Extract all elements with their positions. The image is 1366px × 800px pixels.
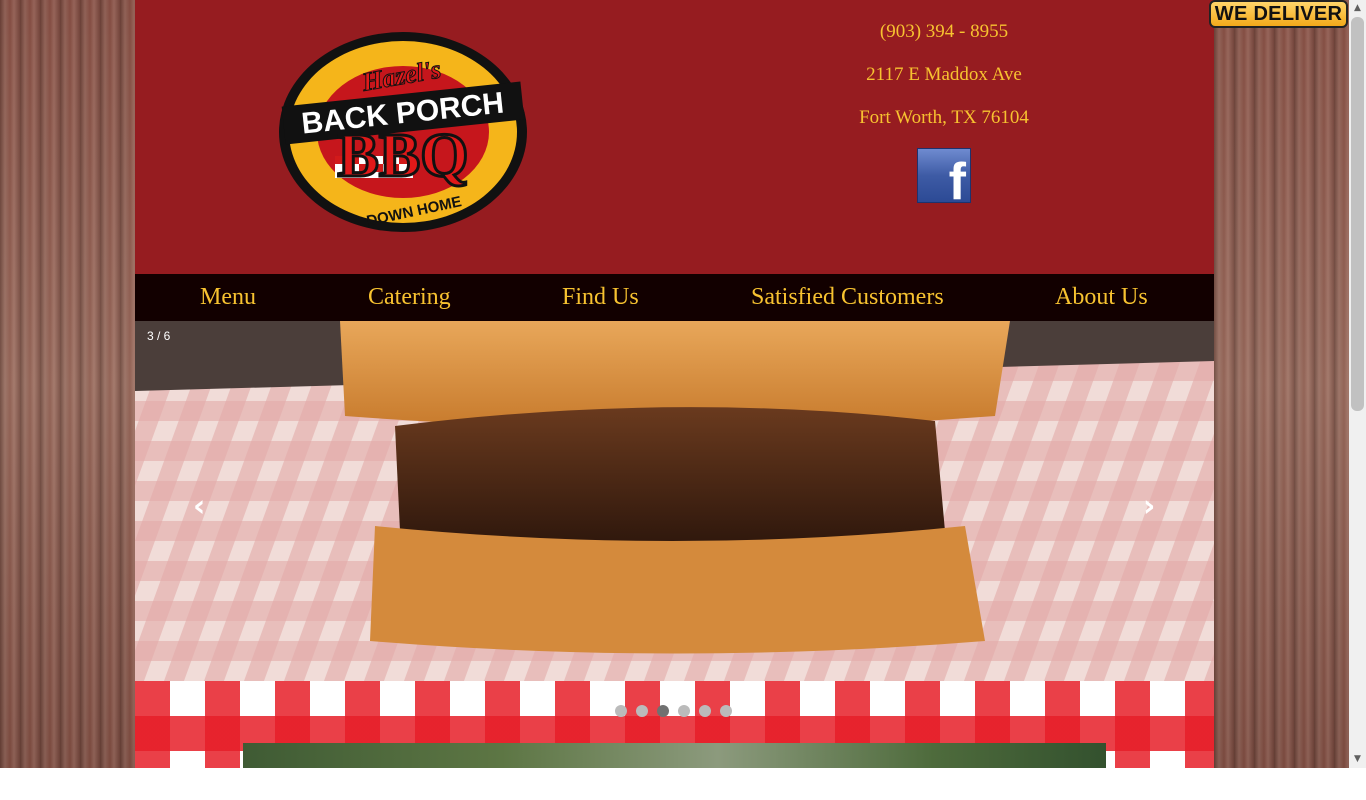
slider-dot-5[interactable] [699,705,711,717]
nav-item-find-us[interactable]: Find Us [562,284,639,311]
slider-prev-button[interactable]: ‹ [193,489,205,524]
scroll-up-arrow-icon[interactable]: ▲ [1349,0,1366,17]
logo-main-text: BBQ [338,122,469,190]
bottom-blank-area [0,768,1366,800]
main-container: Hazel's BACK PORCH BBQ DOWN HOME (903) 3… [135,0,1214,768]
nav-item-satisfied-customers[interactable]: Satisfied Customers [751,284,944,311]
address-city: Fort Worth, TX 76104 [859,107,1029,128]
page-viewport: Hazel's BACK PORCH BBQ DOWN HOME (903) 3… [0,0,1349,768]
nav-item-about-us[interactable]: About Us [1055,284,1148,311]
site-logo[interactable]: Hazel's BACK PORCH BBQ DOWN HOME [275,26,531,238]
wood-background-left [0,0,135,768]
slide-counter: 3 / 6 [147,329,171,343]
slider-dot-2[interactable] [636,705,648,717]
scroll-down-arrow-icon[interactable]: ▼ [1349,751,1366,768]
main-navigation: Menu Catering Find Us Satisfied Customer… [135,274,1214,321]
slider-next-button[interactable]: › [1143,489,1155,524]
food-truck-photo [243,743,1106,768]
slider-dot-6[interactable] [720,705,732,717]
contact-info: (903) 394 - 8955 2117 E Maddox Ave Fort … [754,18,1134,147]
phone-number[interactable]: (903) 394 - 8955 [754,18,1134,61]
slider-dot-1[interactable] [615,705,627,717]
vertical-scrollbar[interactable]: ▲ ▼ [1349,0,1366,768]
facebook-icon[interactable]: f [917,148,971,208]
slider-dots [615,705,732,717]
site-header: Hazel's BACK PORCH BBQ DOWN HOME (903) 3… [135,0,1214,274]
slider-dot-4[interactable] [678,705,690,717]
nav-item-menu[interactable]: Menu [200,284,256,311]
wood-background-right [1214,0,1349,768]
slide-image [135,321,1214,681]
scrollbar-thumb[interactable] [1351,17,1364,411]
we-deliver-badge[interactable]: WE DELIVER [1209,0,1348,28]
nav-item-catering[interactable]: Catering [368,284,451,311]
slider-dot-3[interactable] [657,705,669,717]
address-street: 2117 E Maddox Ave [866,64,1022,85]
photo-slideshow: 3 / 6 ‹ › [135,321,1214,681]
